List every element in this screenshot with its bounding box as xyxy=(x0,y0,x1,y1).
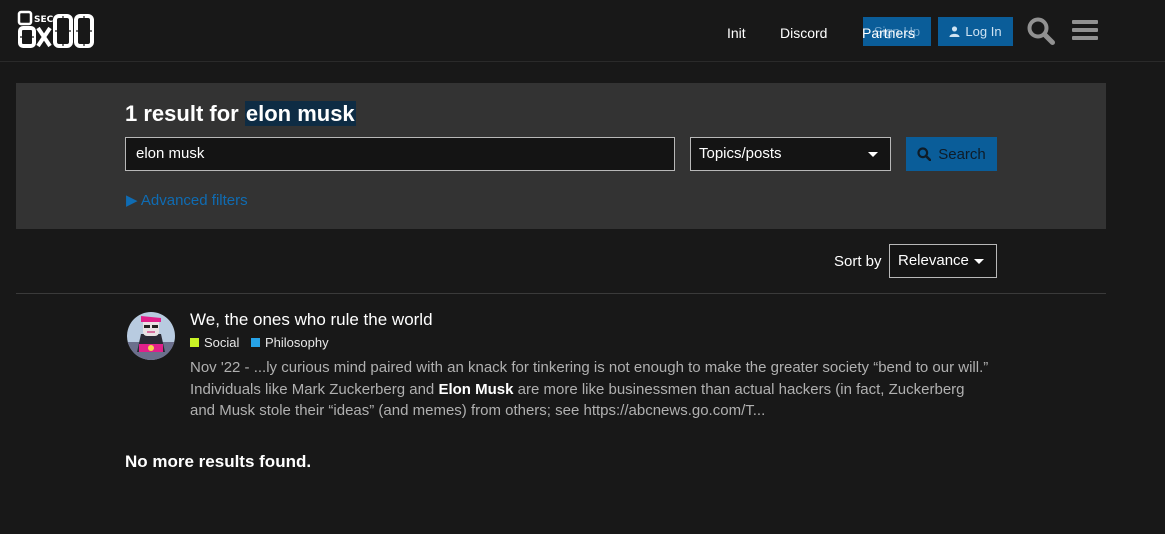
result-blurb: Nov '22 - ...ly curious mind paired with… xyxy=(190,357,990,422)
blurb-line: Individuals like Mark Zuckerberg and Elo… xyxy=(190,379,990,401)
results-heading: 1 result for elon musk xyxy=(125,100,356,128)
triangle-right-icon: ▶ xyxy=(126,192,138,209)
advanced-filters-label: Advanced filters xyxy=(140,192,248,209)
caret-down-icon xyxy=(974,259,984,264)
hamburger-icon[interactable] xyxy=(1072,19,1098,41)
svg-text:SEC: SEC xyxy=(34,15,54,25)
category-label: Philosophy xyxy=(265,335,329,350)
blurb-text: Individuals like Mark Zuckerberg and xyxy=(190,380,439,398)
result-title-link[interactable]: We, the ones who rule the world xyxy=(190,310,433,330)
caret-down-icon xyxy=(868,152,878,157)
nav-init-link[interactable]: Init xyxy=(727,24,746,42)
category-color-swatch xyxy=(190,338,199,347)
site-logo[interactable]: SEC xyxy=(17,10,95,50)
results-heading-prefix: result for xyxy=(143,101,239,126)
nav-discord-link[interactable]: Discord xyxy=(780,24,827,42)
advanced-filters-toggle[interactable]: ▶ Advanced filters xyxy=(126,192,248,210)
nav-partners-link[interactable]: Partners xyxy=(862,24,915,42)
blurb-line: and Musk stole their “ideas” (and memes)… xyxy=(190,402,766,419)
search-button[interactable]: Search xyxy=(906,137,997,171)
search-icon xyxy=(917,147,932,161)
blurb-text: are more like businessmen than actual ha… xyxy=(513,380,965,398)
sort-select[interactable]: Relevance xyxy=(889,244,997,278)
blurb-line: Nov '22 - ...ly curious mind paired with… xyxy=(190,359,989,376)
search-type-value: Topics/posts xyxy=(699,145,782,162)
category-badge-philosophy[interactable]: Philosophy xyxy=(251,335,329,351)
search-button-label: Search xyxy=(938,145,986,163)
results-count: 1 xyxy=(125,101,138,126)
no-more-results: No more results found. xyxy=(125,452,312,471)
search-type-select[interactable]: Topics/posts xyxy=(690,137,891,171)
blurb-highlight: Elon Musk xyxy=(438,380,514,398)
avatar[interactable] xyxy=(127,312,175,360)
sort-value: Relevance xyxy=(898,252,969,269)
sort-label: Sort by xyxy=(834,253,882,270)
login-button[interactable]: Log In xyxy=(938,17,1013,46)
category-badge-social[interactable]: Social xyxy=(190,335,239,351)
category-label: Social xyxy=(204,335,240,350)
search-term-input[interactable]: elon musk xyxy=(125,137,675,171)
login-label: Log In xyxy=(965,24,1002,39)
site-header: SEC Init Discord Sign Up Partners Log In xyxy=(0,0,1165,62)
divider xyxy=(16,293,1106,294)
category-color-swatch xyxy=(251,338,260,347)
user-icon xyxy=(949,26,960,37)
search-icon[interactable] xyxy=(1027,17,1055,45)
results-heading-term: elon musk xyxy=(244,101,356,126)
